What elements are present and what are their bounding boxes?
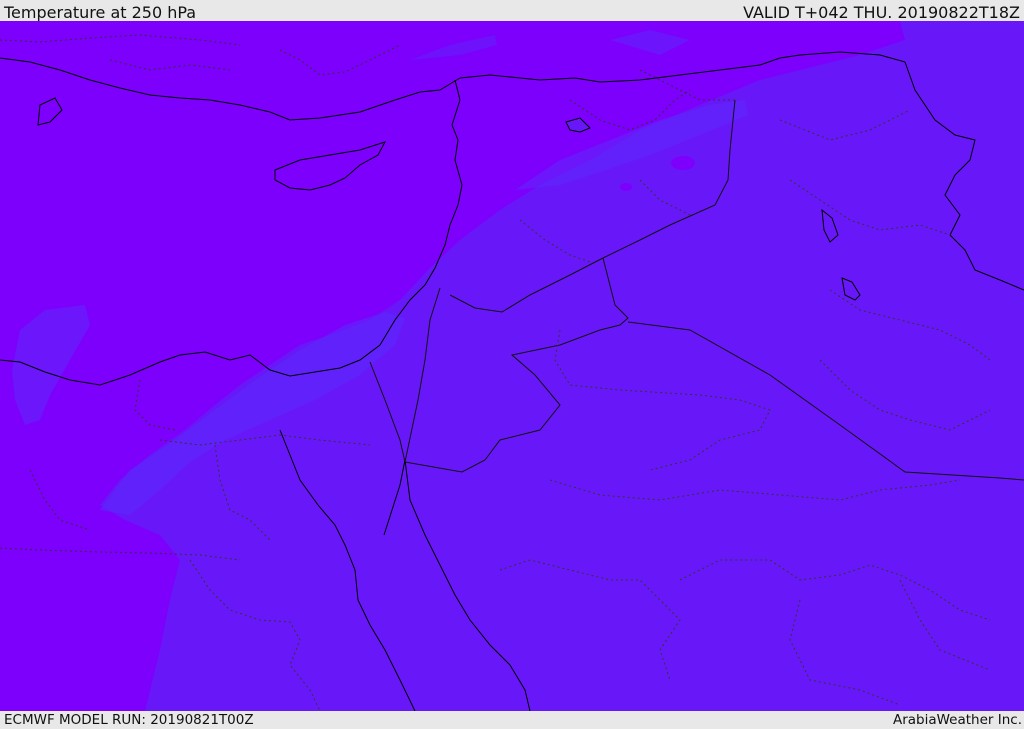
credit-label: ArabiaWeather Inc. [892, 712, 1022, 728]
temperature-map [0, 21, 1024, 711]
map-title: Temperature at 250 hPa [4, 3, 197, 22]
model-run-label: ECMWF MODEL RUN: 20190821T00Z [4, 712, 254, 728]
header-bar: Temperature at 250 hPa VALID T+042 THU. … [0, 0, 1024, 22]
field-transition-band [620, 183, 632, 191]
field-transition-band [671, 156, 695, 170]
footer-bar: ECMWF MODEL RUN: 20190821T00Z ArabiaWeat… [0, 711, 1024, 729]
valid-time-label: VALID T+042 THU. 20190822T18Z [743, 3, 1020, 22]
